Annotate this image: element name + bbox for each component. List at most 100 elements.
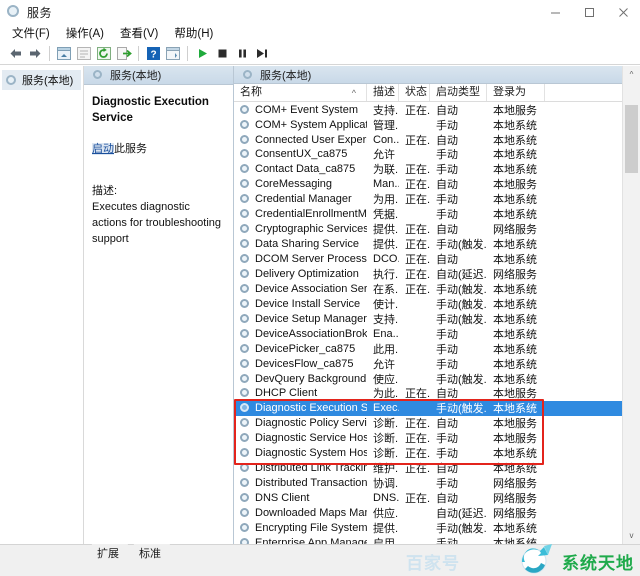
col-spare[interactable] (545, 84, 625, 101)
table-row[interactable]: Downloaded Maps Man...供应...自动(延迟...网络服务 (234, 505, 640, 520)
scroll-up-button[interactable]: ^ (623, 66, 640, 83)
cell-logon-as: 本地系统 (487, 356, 545, 372)
scroll-down-button[interactable]: v (623, 527, 640, 544)
table-row[interactable]: Connected User Experien...Con...正在...自动本… (234, 132, 640, 147)
question-mark-icon[interactable]: ? (143, 43, 163, 63)
cell-logon-as: 本地系统 (487, 535, 545, 544)
scrollbar-thumb[interactable] (625, 105, 638, 173)
table-row[interactable]: DCOM Server Process La...DCO...正在...自动本地… (234, 252, 640, 267)
properties-icon[interactable] (74, 43, 94, 63)
table-row[interactable]: Distributed Link Tracking...维护...正在...自动… (234, 461, 640, 476)
table-row[interactable]: DeviceAssociationBroker...Ena...手动本地系统 (234, 326, 640, 341)
table-row[interactable]: DHCP Client为此...正在...自动本地服务 (234, 386, 640, 401)
pause-icon[interactable] (232, 43, 252, 63)
column-header-row: 名称^描述状态启动类型登录为 (234, 84, 640, 102)
menu-item-help[interactable]: 帮助(H) (168, 24, 223, 42)
cell-status: 正在... (399, 221, 430, 237)
col-status[interactable]: 状态 (399, 84, 430, 101)
table-row[interactable]: Encrypting File System (E...提供...手动(触发..… (234, 520, 640, 535)
list-pane-header-label: 服务(本地) (260, 67, 311, 83)
table-row[interactable]: Device Association Service在系...正在...手动(触… (234, 281, 640, 296)
tab-standard[interactable]: 标准 (128, 544, 170, 564)
sidebar-item-label: 服务(本地) (22, 72, 73, 88)
cell-startup-type: 自动 (430, 176, 487, 192)
col-description[interactable]: 描述 (367, 84, 399, 101)
table-row[interactable]: DevicesFlow_ca875允许 ...手动本地系统 (234, 356, 640, 371)
table-row[interactable]: CredentialEnrollmentMan...凭据...手动本地系统 (234, 207, 640, 222)
table-row[interactable]: Data Sharing Service提供...正在...手动(触发...本地… (234, 237, 640, 252)
col-startup-type[interactable]: 启动类型 (430, 84, 487, 101)
arrow-left-icon[interactable] (5, 43, 25, 63)
table-row[interactable]: Contact Data_ca875为联...正在...手动本地系统 (234, 162, 640, 177)
cell-startup-type: 自动 (430, 132, 487, 148)
main-body: 服务(本地) 服务(本地) Diagnostic Execution Servi… (0, 65, 640, 544)
service-name-label: Credential Manager (255, 193, 352, 205)
service-name-label: Distributed Transaction C... (255, 477, 367, 489)
sidebar-item-services-local[interactable]: 服务(本地) (2, 70, 81, 90)
table-row[interactable]: Diagnostic Execution Ser...Exec...手动(触发.… (234, 401, 640, 416)
table-row[interactable]: Device Setup Manager支持...手动(触发...本地系统 (234, 311, 640, 326)
cell-description: Exec... (367, 402, 399, 414)
export-icon[interactable] (114, 43, 134, 63)
table-row[interactable]: Diagnostic Service Host诊断...正在...手动本地服务 (234, 431, 640, 446)
toolbar: ? (0, 42, 640, 65)
cell-description: 为用... (367, 191, 399, 207)
services-gear-icon (6, 4, 22, 20)
tree-panel-icon[interactable] (54, 43, 74, 63)
service-detail-pane: 服务(本地) Diagnostic Execution Service 启动此服… (84, 66, 234, 544)
table-row[interactable]: Device Install Service使计...手动(触发...本地系统 (234, 296, 640, 311)
selected-service-title: Diagnostic Execution Service (92, 95, 225, 126)
table-row[interactable]: DNS ClientDNS...正在...自动网络服务 (234, 491, 640, 506)
cell-service-name: Diagnostic Policy Service (234, 417, 367, 429)
restart-icon[interactable] (252, 43, 272, 63)
tab-extended[interactable]: 扩展 (86, 544, 128, 564)
cell-logon-as: 本地系统 (487, 296, 545, 312)
table-row[interactable]: DevQuery Background D...使应...手动(触发...本地系… (234, 371, 640, 386)
services-gear-icon (92, 69, 104, 81)
new-window-icon[interactable] (163, 43, 183, 63)
vertical-scrollbar[interactable]: ^ v (622, 66, 640, 544)
start-service-link[interactable]: 启动 (92, 143, 114, 155)
table-row[interactable]: ConsentUX_ca875允许 ...手动本地系统 (234, 147, 640, 162)
cell-service-name: DevicesFlow_ca875 (234, 358, 367, 370)
table-row[interactable]: CoreMessagingMan...正在...自动本地服务 (234, 177, 640, 192)
menu-item-file[interactable]: 文件(F) (6, 24, 60, 42)
menu-item-view[interactable]: 查看(V) (114, 24, 168, 42)
cell-logon-as: 本地服务 (487, 415, 545, 431)
table-row[interactable]: Diagnostic Policy Service诊断...正在...自动本地服… (234, 416, 640, 431)
service-gear-icon (239, 283, 251, 295)
service-gear-icon (239, 238, 251, 250)
service-gear-icon (239, 298, 251, 310)
table-row[interactable]: Delivery Optimization执行...正在...自动(延迟...网… (234, 266, 640, 281)
cell-status: 正在... (399, 281, 430, 297)
cell-logon-as: 本地服务 (487, 176, 545, 192)
close-button[interactable] (606, 0, 640, 24)
play-icon[interactable] (192, 43, 212, 63)
arrow-right-icon[interactable] (25, 43, 45, 63)
table-row[interactable]: Distributed Transaction C...协调...手动网络服务 (234, 476, 640, 491)
table-row[interactable]: COM+ System Application管理...手动本地系统 (234, 117, 640, 132)
service-name-label: Device Install Service (255, 298, 360, 310)
table-row[interactable]: DevicePicker_ca875此用...手动本地系统 (234, 341, 640, 356)
table-row[interactable]: Credential Manager为用...正在...手动本地系统 (234, 192, 640, 207)
stop-icon[interactable] (212, 43, 232, 63)
table-row[interactable]: Cryptographic Services提供...正在...自动网络服务 (234, 222, 640, 237)
col-name[interactable]: 名称^ (234, 84, 367, 101)
cell-description: 维护... (367, 460, 399, 476)
cell-startup-type: 自动 (430, 221, 487, 237)
col-logon-as[interactable]: 登录为 (487, 84, 545, 101)
service-gear-icon (239, 432, 251, 444)
table-row[interactable]: Diagnostic System Host诊断...正在...手动本地系统 (234, 446, 640, 461)
maximize-button[interactable] (572, 0, 606, 24)
table-row[interactable]: COM+ Event System支持...正在...自动本地服务 (234, 102, 640, 117)
service-gear-icon (239, 358, 251, 370)
cell-startup-type: 自动 (430, 490, 487, 506)
cell-logon-as: 本地系统 (487, 117, 545, 133)
refresh-icon[interactable] (94, 43, 114, 63)
minimize-button[interactable] (538, 0, 572, 24)
scrollbar-track[interactable] (623, 83, 640, 527)
cell-status: 正在... (399, 251, 430, 267)
cell-description: 提供... (367, 221, 399, 237)
table-row[interactable]: Enterprise App Manage...启用...手动本地系统 (234, 535, 640, 544)
menu-item-action[interactable]: 操作(A) (60, 24, 114, 42)
